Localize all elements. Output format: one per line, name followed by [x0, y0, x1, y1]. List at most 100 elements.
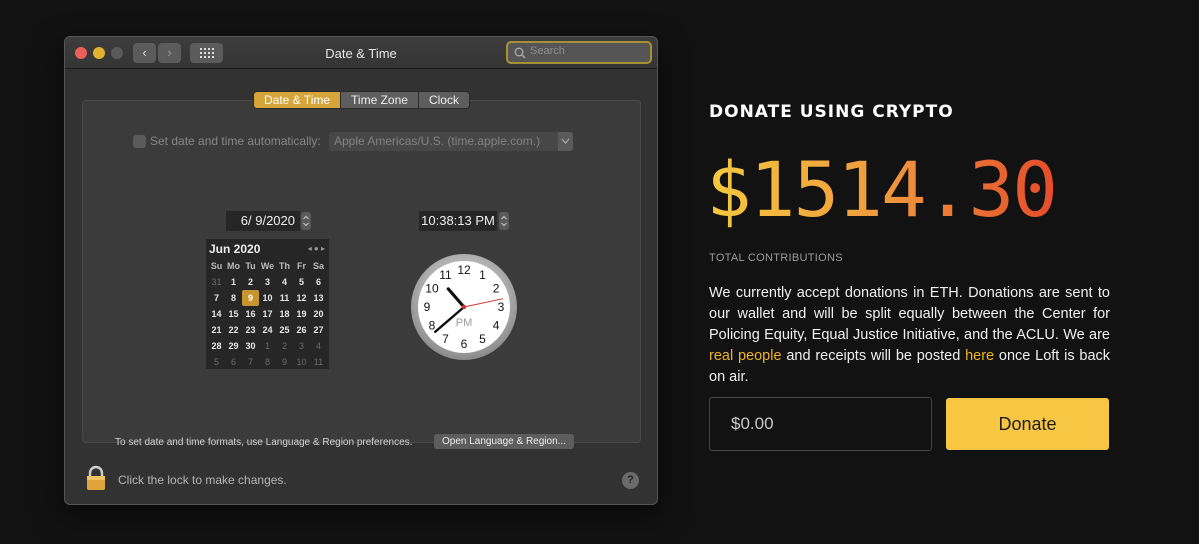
- donate-button[interactable]: Donate: [946, 398, 1109, 450]
- title-bar: ‹ › Date & Time Search: [65, 37, 657, 69]
- formats-hint: To set date and time formats, use Langua…: [115, 437, 413, 448]
- calendar-day[interactable]: 28: [208, 338, 225, 354]
- calendar-day[interactable]: 29: [225, 338, 242, 354]
- clock-number: 11: [439, 268, 452, 282]
- total-label: TOTAL CONTRIBUTIONS: [709, 252, 843, 264]
- clock-center: [461, 304, 467, 310]
- clock-number: 2: [493, 282, 500, 296]
- calendar-day[interactable]: 5: [293, 274, 310, 290]
- open-language-region-button[interactable]: Open Language & Region...: [434, 434, 574, 449]
- calendar-day[interactable]: 15: [225, 306, 242, 322]
- calendar-day[interactable]: 14: [208, 306, 225, 322]
- calendar-day[interactable]: 7: [208, 290, 225, 306]
- clock-number: 5: [479, 332, 486, 346]
- stepper-arrows-icon: [303, 215, 309, 227]
- calendar-weekday: Sa: [312, 261, 324, 271]
- search-icon: [514, 47, 526, 59]
- calendar-day[interactable]: 30: [242, 338, 259, 354]
- clock-number: 4: [493, 319, 500, 333]
- calendar-nav[interactable]: ◂ ● ▸: [308, 244, 325, 253]
- calendar-day[interactable]: 27: [310, 322, 327, 338]
- calendar-day[interactable]: 31: [208, 274, 225, 290]
- calendar-day[interactable]: 25: [276, 322, 293, 338]
- time-server-value: Apple Americas/U.S. (time.apple.com.): [334, 134, 541, 148]
- desc-part-2: and receipts will be posted: [781, 348, 966, 364]
- clock-number: 8: [429, 319, 436, 333]
- calendar[interactable]: Jun 2020 ◂ ● ▸ Su Mo Tu We Th Fr Sa 31 1 2 3 4 5 6 7 8 9…: [206, 239, 329, 369]
- donation-amount-input[interactable]: $0.00: [709, 397, 932, 451]
- receipts-link[interactable]: here: [965, 348, 994, 364]
- tab-bar: Date & Time Time Zone Clock: [253, 91, 470, 109]
- lock-icon[interactable]: [85, 465, 107, 491]
- calendar-day[interactable]: 8: [225, 290, 242, 306]
- time-server-select[interactable]: Apple Americas/U.S. (time.apple.com.): [329, 132, 573, 151]
- calendar-day[interactable]: 7: [242, 354, 259, 370]
- tab-clock[interactable]: Clock: [418, 92, 469, 108]
- calendar-day[interactable]: 11: [310, 354, 327, 370]
- clock-period: PM: [456, 317, 473, 329]
- search-placeholder: Search: [530, 45, 565, 57]
- search-input[interactable]: Search: [506, 41, 652, 64]
- help-button[interactable]: ?: [622, 472, 639, 489]
- clock-number: 7: [442, 332, 449, 346]
- calendar-day[interactable]: 5: [208, 354, 225, 370]
- calendar-day[interactable]: 1: [225, 274, 242, 290]
- calendar-weekday: Fr: [297, 261, 306, 271]
- time-field[interactable]: 10:38:13 PM: [419, 211, 497, 231]
- calendar-day[interactable]: 1: [259, 338, 276, 354]
- tab-date-time[interactable]: Date & Time: [254, 92, 342, 108]
- calendar-day[interactable]: 20: [310, 306, 327, 322]
- calendar-day[interactable]: 6: [225, 354, 242, 370]
- calendar-day[interactable]: 12: [293, 290, 310, 306]
- calendar-day[interactable]: 21: [208, 322, 225, 338]
- calendar-day[interactable]: 3: [293, 338, 310, 354]
- clock-number: 3: [498, 300, 505, 314]
- calendar-day-selected[interactable]: 9: [242, 290, 259, 306]
- calendar-day[interactable]: 22: [225, 322, 242, 338]
- calendar-day[interactable]: 3: [259, 274, 276, 290]
- calendar-day[interactable]: 23: [242, 322, 259, 338]
- calendar-day[interactable]: 17: [259, 306, 276, 322]
- calendar-day[interactable]: 8: [259, 354, 276, 370]
- calendar-day[interactable]: 19: [293, 306, 310, 322]
- calendar-day[interactable]: 10: [293, 354, 310, 370]
- real-people-link[interactable]: real people: [709, 348, 782, 364]
- stepper-arrows-icon: [501, 215, 507, 227]
- donate-description: We currently accept donations in ETH. Do…: [709, 283, 1110, 388]
- calendar-day[interactable]: 26: [293, 322, 310, 338]
- calendar-weekday: Su: [210, 261, 223, 271]
- lock-text: Click the lock to make changes.: [118, 473, 287, 487]
- analog-clock: 12 12 3 45678 9 1011 PM: [411, 254, 517, 360]
- calendar-day[interactable]: 11: [276, 290, 293, 306]
- calendar-day[interactable]: 9: [276, 354, 293, 370]
- time-stepper[interactable]: [499, 212, 509, 230]
- auto-time-label: Set date and time automatically:: [150, 134, 321, 148]
- calendar-day[interactable]: 2: [276, 338, 293, 354]
- clock-number: 6: [461, 337, 468, 351]
- calendar-day[interactable]: 13: [310, 290, 327, 306]
- calendar-day[interactable]: 4: [276, 274, 293, 290]
- calendar-day[interactable]: 18: [276, 306, 293, 322]
- calendar-day[interactable]: 16: [242, 306, 259, 322]
- calendar-day[interactable]: 2: [242, 274, 259, 290]
- clock-number: 10: [425, 282, 439, 296]
- clock-number: 1: [479, 268, 486, 282]
- date-stepper[interactable]: [301, 212, 311, 230]
- calendar-day[interactable]: 24: [259, 322, 276, 338]
- donate-heading: DONATE USING CRYPTO: [709, 102, 954, 122]
- tab-time-zone[interactable]: Time Zone: [341, 92, 419, 108]
- calendar-day[interactable]: 6: [310, 274, 327, 290]
- total-amount: $1514.30: [706, 145, 1058, 234]
- calendar-weekday: Tu: [245, 261, 256, 271]
- settings-panel: Set date and time automatically: Apple A…: [82, 100, 641, 449]
- chevron-down-icon: [558, 132, 573, 151]
- calendar-month: Jun 2020: [209, 242, 261, 256]
- calendar-day[interactable]: 4: [310, 338, 327, 354]
- clock-number: 9: [424, 300, 431, 314]
- auto-time-checkbox[interactable]: [133, 135, 146, 148]
- date-field[interactable]: 6/ 9/2020: [226, 211, 300, 231]
- desc-part-1: We currently accept donations in ETH. Do…: [709, 285, 1110, 343]
- calendar-day[interactable]: 10: [259, 290, 276, 306]
- calendar-weekday: We: [260, 261, 275, 271]
- calendar-grid: Su Mo Tu We Th Fr Sa 31 1 2 3 4 5 6 7 8 9 10 11 12 13 14 15 16 1…: [208, 258, 327, 370]
